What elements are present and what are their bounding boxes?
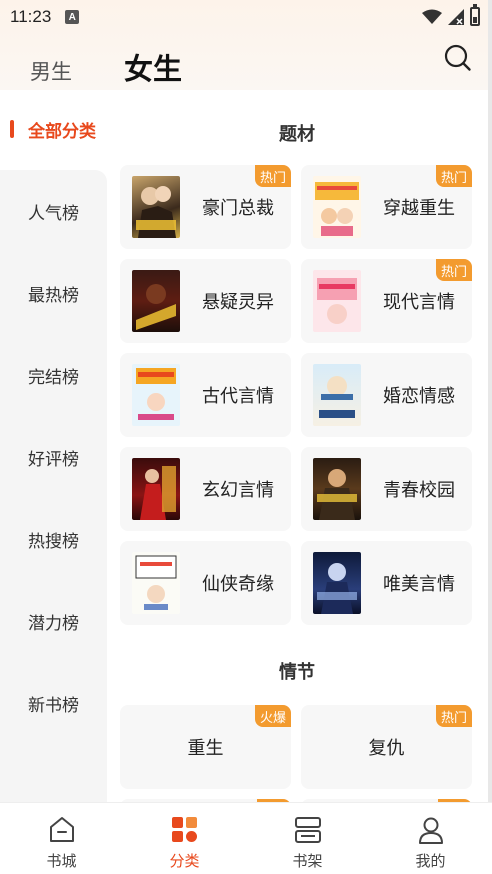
category-card[interactable]: 现代言情 热门	[301, 259, 472, 343]
status-time: 11:23	[10, 7, 52, 26]
signal-icon	[448, 8, 464, 25]
category-name: 青春校园	[383, 480, 455, 501]
bookshelf-icon	[294, 817, 321, 843]
category-card[interactable]: 唯美言情	[301, 541, 472, 625]
sidebar-item-trending-search[interactable]: 热搜榜	[0, 498, 107, 580]
category-name: 仙侠奇缘	[202, 574, 274, 595]
sidebar-item-popular[interactable]: 人气榜	[0, 170, 107, 252]
category-name: 唯美言情	[383, 574, 455, 595]
nav-bookshelf[interactable]: 书架	[246, 803, 369, 874]
header: 男生 女生	[0, 34, 492, 90]
category-card[interactable]: 玄幻言情	[120, 447, 291, 531]
category-name: 玄幻言情	[202, 480, 274, 501]
category-card[interactable]: 重生 火爆	[120, 705, 291, 789]
active-indicator	[10, 120, 14, 138]
book-cover-image	[132, 270, 180, 332]
category-card[interactable]: 复仇 热门	[301, 705, 472, 789]
book-cover-image	[132, 176, 180, 238]
nav-label: 书架	[292, 852, 323, 870]
nav-category[interactable]: 分类	[123, 803, 246, 874]
category-content: 题材 豪门总裁 热门 穿越重生 热门 悬疑灵异 现代言情 热门 古代言情 婚恋情…	[107, 90, 492, 802]
sidebar-item-completed[interactable]: 完结榜	[0, 334, 107, 416]
category-name: 婚恋情感	[383, 386, 455, 407]
book-cover-image	[313, 552, 361, 614]
category-sidebar: 全部分类 人气榜 最热榜 完结榜 好评榜 热搜榜 潜力榜 新书榜	[0, 90, 107, 802]
book-cover-image	[313, 176, 361, 238]
book-cover-image	[313, 270, 361, 332]
category-icon	[171, 817, 197, 842]
sidebar-item-potential[interactable]: 潜力榜	[0, 580, 107, 662]
hot-badge: 热门	[254, 165, 291, 187]
category-card[interactable]: 豪门总裁 热门	[120, 165, 291, 249]
hot-badge: 热门	[435, 705, 472, 727]
bottom-nav: 书城 分类 书架 我的	[0, 802, 492, 874]
notification-a-icon: A	[65, 10, 80, 24]
section-title-theme: 题材	[279, 124, 315, 145]
hot-badge: 热门	[435, 259, 472, 281]
book-cover-image	[313, 458, 361, 520]
nav-label: 分类	[169, 852, 200, 870]
section-title-plot: 情节	[279, 662, 315, 683]
category-card[interactable]: 古代言情	[120, 353, 291, 437]
home-icon	[49, 817, 74, 842]
book-cover-image	[313, 364, 361, 426]
book-cover-image	[132, 364, 180, 426]
sidebar-item-hottest[interactable]: 最热榜	[0, 252, 107, 334]
category-name: 悬疑灵异	[202, 292, 274, 313]
sidebar-item-top-rated[interactable]: 好评榜	[0, 416, 107, 498]
nav-bookstore[interactable]: 书城	[0, 803, 123, 874]
category-card[interactable]: 婚恋情感	[301, 353, 472, 437]
app-screen: 11:23 A 男生 女生 全部分类 人气榜 最热榜 完结榜 好评榜 热搜榜 潜…	[0, 0, 492, 874]
sidebar-item-all[interactable]: 全部分类	[0, 90, 107, 170]
nav-label: 书城	[46, 852, 77, 870]
category-card[interactable]: 青春校园	[301, 447, 472, 531]
status-bar: 11:23 A	[0, 0, 492, 34]
hot-badge: 热门	[435, 165, 472, 187]
wifi-icon	[422, 9, 442, 24]
sidebar-list: 人气榜 最热榜 完结榜 好评榜 热搜榜 潜力榜 新书榜	[0, 170, 107, 802]
category-card[interactable]: 悬疑灵异	[120, 259, 291, 343]
category-card[interactable]: 穿越重生 热门	[301, 165, 472, 249]
tab-male[interactable]: 男生	[30, 56, 72, 86]
battery-icon	[470, 4, 480, 26]
nav-label: 我的	[415, 852, 446, 870]
screen-edge	[488, 0, 492, 874]
sidebar-item-label: 全部分类	[28, 122, 96, 142]
category-card[interactable]: 仙侠奇缘	[120, 541, 291, 625]
sidebar-item-new-books[interactable]: 新书榜	[0, 662, 107, 744]
nav-profile[interactable]: 我的	[369, 803, 492, 874]
profile-icon	[418, 817, 443, 844]
tab-female[interactable]: 女生	[124, 46, 182, 88]
book-cover-image	[132, 552, 180, 614]
book-cover-image	[132, 458, 180, 520]
search-icon[interactable]	[444, 44, 472, 72]
category-name: 古代言情	[202, 386, 274, 407]
trending-badge: 火爆	[254, 705, 291, 727]
status-icons	[422, 4, 480, 26]
